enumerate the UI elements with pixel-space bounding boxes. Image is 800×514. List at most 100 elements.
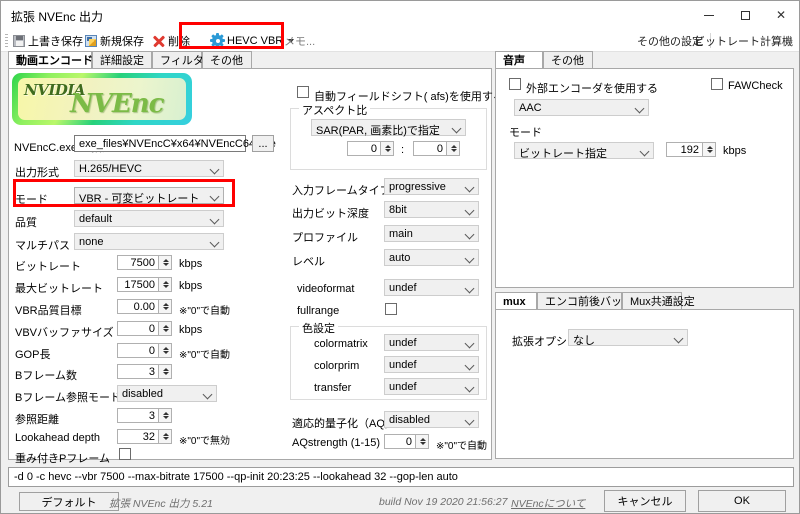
fawcheck-checkbox[interactable] [711, 78, 723, 90]
ext-option-select[interactable]: なし [568, 329, 688, 347]
lookahead-depth-value[interactable]: 32 [117, 429, 159, 444]
default-button[interactable]: デフォルト [19, 492, 119, 511]
input-frame-type-select[interactable]: progressive [384, 178, 479, 195]
toolbar-grip[interactable] [5, 34, 8, 47]
gop-length-value[interactable]: 0 [117, 343, 159, 358]
tab-mux-common[interactable]: Mux共通設定 [622, 292, 695, 310]
colormatrix-select[interactable]: undef [384, 334, 479, 351]
memo-button[interactable]: メモ... [284, 32, 315, 49]
weighted-p-label: 重み付きPフレーム [15, 453, 111, 465]
vbr-quality-spin-buttons[interactable] [159, 299, 172, 314]
aqstrength-stepper[interactable]: 0 [384, 434, 429, 451]
aspect-x-stepper[interactable]: 0 [347, 141, 394, 158]
vbv-buffer-spin-buttons[interactable] [159, 321, 172, 336]
vbv-buffer-value[interactable]: 0 [117, 321, 159, 336]
maximize-icon [740, 10, 750, 20]
transfer-select[interactable]: undef [384, 378, 479, 395]
tab-other[interactable]: その他 [202, 51, 252, 69]
max-bitrate-value[interactable]: 17500 [117, 277, 159, 292]
about-link[interactable]: NVEncについて [511, 496, 585, 511]
profile-select[interactable]: main [384, 225, 479, 242]
weighted-p-checkbox[interactable] [119, 448, 131, 460]
tab-advanced[interactable]: 詳細設定 [92, 51, 152, 69]
lookahead-depth-spin-buttons[interactable] [159, 429, 172, 444]
close-button[interactable]: ✕ [763, 1, 799, 29]
aspect-x-value[interactable]: 0 [347, 141, 381, 156]
tab-mux[interactable]: mux [495, 292, 537, 310]
audio-bitrate-stepper[interactable]: 192 [666, 142, 716, 159]
vbr-quality-value[interactable]: 0.00 [117, 299, 159, 314]
max-bitrate-spin-buttons[interactable] [159, 277, 172, 292]
bitrate-value[interactable]: 7500 [117, 255, 159, 270]
aq-select[interactable]: disabled [384, 411, 479, 428]
gop-length-stepper[interactable]: 0 [117, 343, 172, 360]
browse-button[interactable]: ... [252, 135, 274, 152]
ref-distance-value[interactable]: 3 [117, 408, 159, 423]
new-save-label: 新規保存 [100, 35, 144, 48]
maximize-button[interactable] [727, 1, 763, 29]
output-bit-depth-select[interactable]: 8bit [384, 201, 479, 218]
aspect-ratio-select[interactable]: SAR(PAR, 画素比)で指定 [311, 119, 466, 137]
external-encoder-checkbox[interactable] [509, 78, 521, 90]
exe-path-input[interactable]: exe_files¥NVEncC¥x64¥NVEncC64.exe [74, 135, 276, 152]
b-frames-value[interactable]: 3 [117, 364, 159, 379]
ref-distance-spin-buttons[interactable] [159, 408, 172, 423]
vbr-quality-stepper[interactable]: 0.00 [117, 299, 172, 316]
level-select[interactable]: auto [384, 249, 479, 266]
preset-dropdown[interactable]: HEVC VBR [210, 32, 295, 49]
b-frames-stepper[interactable]: 3 [117, 364, 172, 381]
output-bit-depth-label: 出力ビット深度 [292, 208, 369, 220]
gop-length-spin-buttons[interactable] [159, 343, 172, 358]
aspect-y-stepper[interactable]: 0 [413, 141, 460, 158]
tab-batch-process[interactable]: エンコ前後バッチ処理 [537, 292, 655, 310]
tab-video-encode[interactable]: 動画エンコード [8, 51, 93, 69]
tab-audio-other[interactable]: その他 [543, 51, 593, 69]
vbv-buffer-label: VBVバッファサイズ [15, 327, 114, 339]
bitrate-spin-buttons[interactable] [159, 255, 172, 270]
fullrange-checkbox[interactable] [385, 303, 397, 315]
audio-codec-select[interactable]: AAC [514, 99, 649, 116]
chevron-down-icon [451, 123, 462, 134]
ref-distance-stepper[interactable]: 3 [117, 408, 172, 425]
minimize-button[interactable] [691, 1, 727, 29]
quality-select[interactable]: default [74, 210, 224, 227]
vbv-buffer-stepper[interactable]: 0 [117, 321, 172, 338]
audio-bitrate-spin-buttons[interactable] [703, 142, 716, 157]
window-title: 拡張 NVEnc 出力 [11, 10, 104, 24]
gear-icon [210, 33, 225, 48]
ok-button[interactable]: OK [698, 490, 786, 512]
videoformat-select[interactable]: undef [384, 279, 479, 296]
close-icon: ✕ [775, 8, 787, 22]
toolbar: 上書き保存 新規保存 削除 HEVC VBR メモ... その他の設定 ビットレ… [1, 29, 799, 52]
colorprim-select[interactable]: undef [384, 356, 479, 373]
aqstrength-value[interactable]: 0 [384, 434, 416, 449]
multipass-select[interactable]: none [74, 233, 224, 250]
aspect-y-value[interactable]: 0 [413, 141, 447, 156]
tab-filter[interactable]: フィルタ [152, 51, 204, 69]
max-bitrate-stepper[interactable]: 17500 [117, 277, 172, 294]
aspect-x-spin-buttons[interactable] [381, 141, 394, 156]
vbv-buffer-unit: kbps [179, 324, 203, 336]
chevron-down-icon [209, 237, 220, 248]
logo-nvenc-text: NVEnc [70, 89, 164, 119]
audio-bitrate-value[interactable]: 192 [666, 142, 703, 157]
cancel-button[interactable]: キャンセル [604, 490, 686, 512]
mode-select[interactable]: VBR - 可変ビットレート [74, 187, 224, 205]
overwrite-save-button[interactable]: 上書き保存 [13, 32, 83, 49]
lookahead-depth-note: ※"0"で無効 [179, 436, 231, 447]
aqstrength-spin-buttons[interactable] [416, 434, 429, 449]
audio-mode-select[interactable]: ビットレート指定 [514, 142, 654, 160]
profile-label: プロファイル [292, 232, 358, 244]
tab-audio[interactable]: 音声 [495, 51, 543, 69]
b-ref-mode-select[interactable]: disabled [117, 385, 217, 402]
delete-button[interactable]: 削除 [153, 32, 190, 49]
new-save-button[interactable]: 新規保存 [85, 32, 144, 49]
lookahead-depth-stepper[interactable]: 32 [117, 429, 172, 446]
output-format-select[interactable]: H.265/HEVC [74, 160, 224, 177]
b-frames-spin-buttons[interactable] [159, 364, 172, 379]
afs-checkbox[interactable] [297, 86, 309, 98]
bitrate-stepper[interactable]: 7500 [117, 255, 172, 272]
aspect-y-spin-buttons[interactable] [447, 141, 460, 156]
bitrate-calculator-button[interactable]: ビットレート計算機 [694, 33, 793, 49]
command-line-box[interactable]: -d 0 -c hevc --vbr 7500 --max-bitrate 17… [8, 467, 794, 487]
